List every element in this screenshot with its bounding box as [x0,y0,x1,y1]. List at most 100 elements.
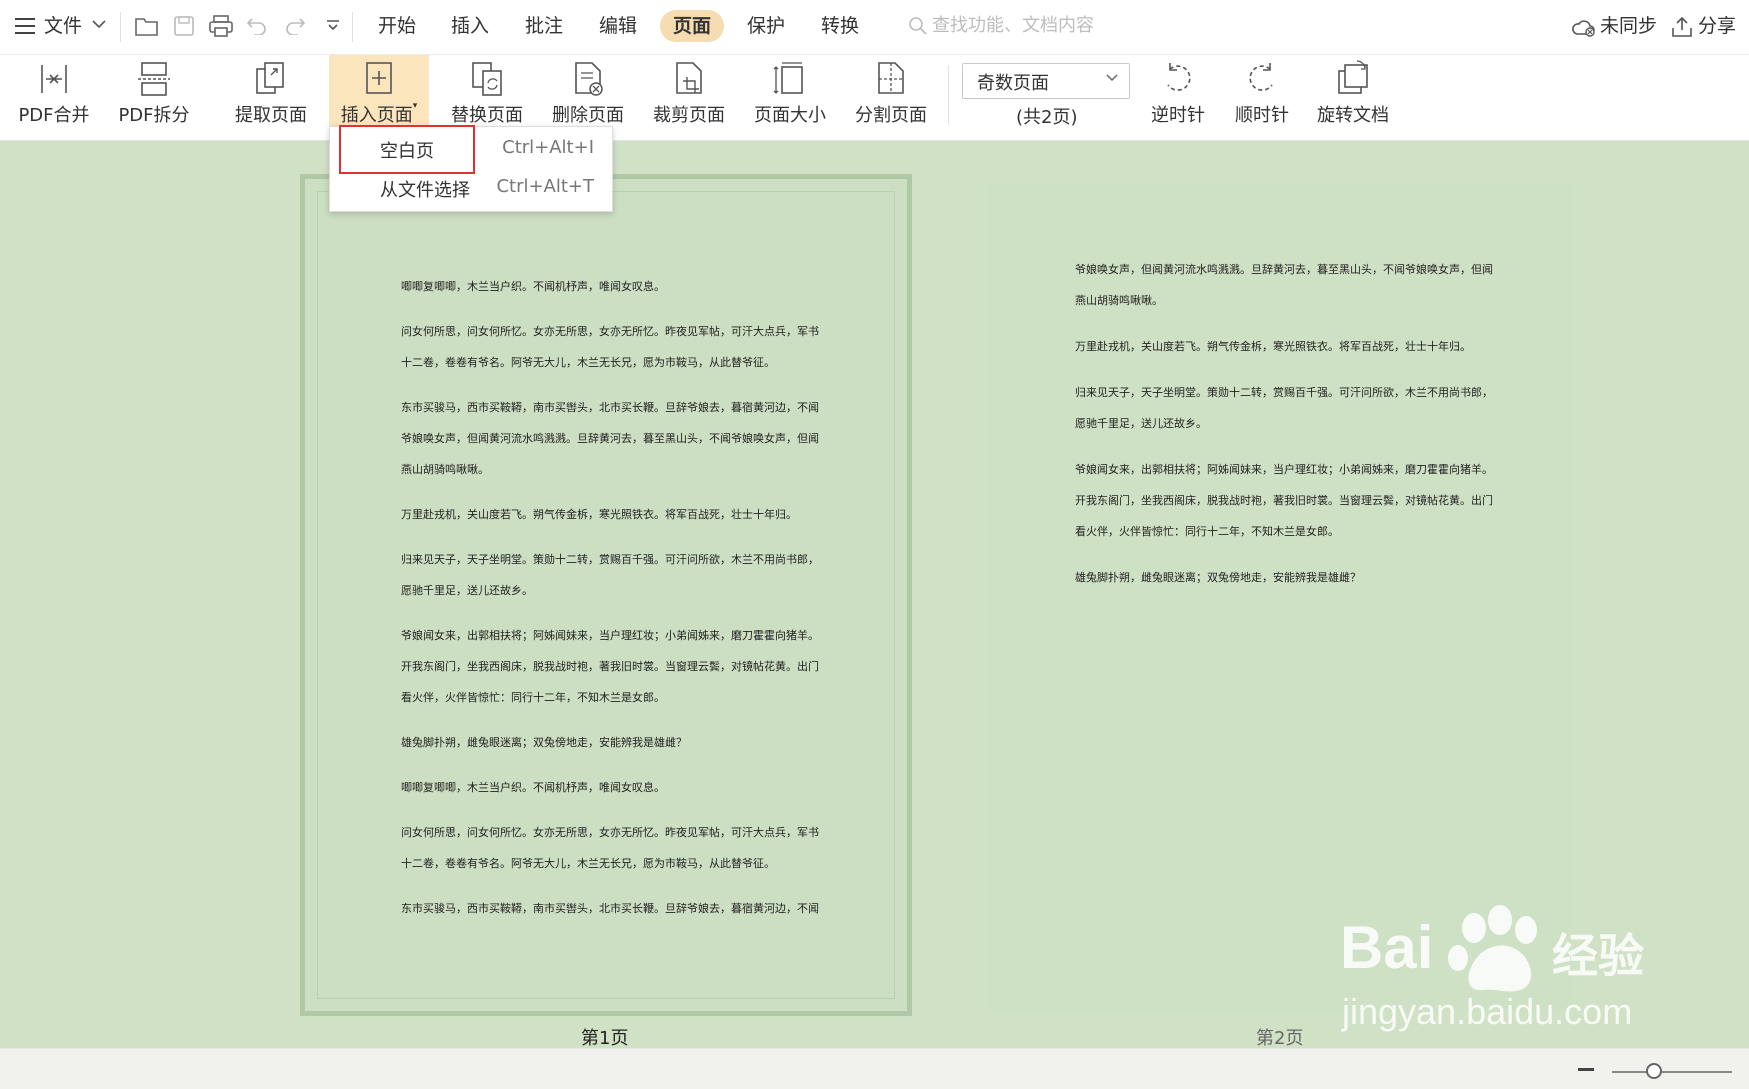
text-line: 十二卷，卷卷有爷名。阿爷无大儿，木兰无长兄，愿为市鞍马，从此替爷征。 [401,356,775,369]
split-icon [138,62,170,96]
search-input[interactable]: 查找功能、文档内容 [932,13,1094,39]
page-1[interactable] [300,174,912,1016]
menu-item-shortcut: Ctrl+Alt+T [496,176,594,197]
menu-item-from-file[interactable]: 从文件选择 Ctrl+Alt+T [330,170,612,206]
tab-insert[interactable]: 插入 [451,13,489,39]
svg-text:经验: 经验 [1552,929,1644,983]
text-line: 唧唧复唧唧，木兰当户织。不闻机杼声，唯闻女叹息。 [401,280,665,293]
menu-icon[interactable] [14,16,36,36]
svg-text:Bai: Bai [1340,914,1433,981]
page-size-label: 页面大小 [754,105,826,126]
text-line: 看火伴，火伴皆惊忙：同行十二年，不知木兰是女郎。 [1075,525,1339,538]
customize-toolbar-icon[interactable] [326,19,340,31]
text-line: 十二卷，卷卷有爷名。阿爷无大儿，木兰无长兄，愿为市鞍马，从此替爷征。 [401,857,775,870]
share-button[interactable]: 分享 [1698,13,1736,39]
sync-status[interactable]: 未同步 [1600,13,1657,39]
crop-page-label: 裁剪页面 [653,105,725,126]
top-bar: 文件 开始 插入 批注 编辑 页面 保护 转换 查找功能、文档内容 未同步 分享 [0,0,1749,55]
text-line: 看火伴，火伴皆惊忙：同行十二年，不知木兰是女郎。 [401,691,665,704]
status-bar [0,1048,1749,1089]
separator [352,12,353,42]
rotate-left-icon [1167,63,1191,91]
split-page-button[interactable]: 分割页面 [845,55,937,140]
separator [120,12,121,42]
text-line: 归来见天子，天子坐明堂。策勋十二转，赏赐百千强。可汗问所欲，木兰不用尚书郎， [401,553,819,566]
rotate-counterclockwise-label: 逆时针 [1151,105,1205,126]
share-icon[interactable] [1670,16,1694,38]
split-page-icon [878,62,904,94]
text-line: 燕山胡骑鸣啾啾。 [1075,294,1163,307]
tab-edit[interactable]: 编辑 [599,13,637,39]
tab-comment[interactable]: 批注 [525,13,563,39]
text-line: 东市买骏马，西市买鞍鞯，南市买辔头，北市买长鞭。旦辞爷娘去，暮宿黄河边，不闻 [401,401,819,414]
zoom-slider-handle[interactable] [1646,1063,1662,1079]
page-ribbon: PDF合并 PDF拆分 提取页面 插入页面▾ 替换页面 删除页面 裁剪页面 页面… [0,55,1749,141]
zoom-out-icon[interactable] [1578,1068,1594,1072]
baidu-paw-logo: Bai 经验 jingyan.baidu.com [1340,905,1644,1032]
tab-convert[interactable]: 转换 [821,13,859,39]
svg-text:jingyan.baidu.com: jingyan.baidu.com [1341,991,1632,1032]
baidu-jingyan-watermark: Bai 经验 jingyan.baidu.com [1340,896,1680,1046]
extract-page-button[interactable]: 提取页面 [225,55,317,140]
text-line: 问女何所思，问女何所忆。女亦无所思，女亦无所忆。昨夜见军帖，可汗大点兵，军书 [401,325,819,338]
chevron-down-icon [1106,74,1118,82]
search-icon[interactable] [908,16,928,36]
tab-start[interactable]: 开始 [378,13,416,39]
chevron-down-icon[interactable] [92,19,106,29]
pdf-split-label: PDF拆分 [118,105,190,126]
file-menu[interactable]: 文件 [44,13,82,39]
pdf-split-button[interactable]: PDF拆分 [108,55,200,140]
text-line: 愿驰千里足，送儿还故乡。 [401,584,533,597]
open-folder-icon[interactable] [134,14,160,38]
merge-icon [41,65,67,93]
menu-item-label: 从文件选择 [380,180,470,201]
text-line: 万里赴戎机，关山度若飞。朔气传金柝，寒光照铁衣。将军百战死，壮士十年归。 [1075,340,1471,353]
rotate-counterclockwise-button[interactable]: 逆时针 [1138,55,1218,140]
text-line: 开我东阁门，坐我西阁床，脱我战时袍，著我旧时裳。当窗理云鬓，对镜帖花黄。出门 [401,660,819,673]
text-line: 愿驰千里足，送儿还故乡。 [1075,417,1207,430]
rotate-document-button[interactable]: 旋转文档 [1306,55,1400,140]
annotation-highlight-box [339,125,475,174]
pdf-merge-button[interactable]: PDF合并 [8,55,100,140]
split-page-label: 分割页面 [855,105,927,126]
text-line: 爷娘唤女声，但闻黄河流水鸣溅溅。旦辞黄河去，暮至黑山头，不闻爷娘唤女声，但闻 [1075,263,1493,276]
separator [948,65,949,125]
rotate-document-label: 旋转文档 [1317,105,1389,126]
pdf-merge-label: PDF合并 [18,105,90,126]
text-line: 问女何所思，问女何所忆。女亦无所思，女亦无所忆。昨夜见军帖，可汗大点兵，军书 [401,826,819,839]
save-icon[interactable] [172,14,196,38]
replace-icon [472,62,502,96]
text-line: 开我东阁门，坐我西阁床，脱我战时袍，著我旧时裳。当窗理云鬓，对镜帖花黄。出门 [1075,494,1493,507]
text-line: 爷娘闻女来，出郭相扶将；阿姊闻妹来，当户理红妆；小弟闻姊来，磨刀霍霍向猪羊。 [1075,463,1493,476]
page-range-select[interactable]: 奇数页面 [962,63,1130,99]
print-icon[interactable] [208,14,234,38]
undo-icon[interactable] [246,15,268,35]
page-1-label: 第1页 [581,1028,629,1049]
extract-page-label: 提取页面 [235,105,307,126]
page-range-value: 奇数页面 [977,73,1049,94]
page-2-label: 第2页 [1256,1028,1304,1049]
redo-icon[interactable] [284,15,306,35]
replace-page-label: 替换页面 [451,105,523,126]
text-line: 燕山胡骑鸣啾啾。 [401,463,489,476]
zoom-slider-track[interactable] [1612,1071,1732,1073]
extract-icon [256,62,284,94]
text-line: 爷娘唤女声，但闻黄河流水鸣溅溅。旦辞黄河去，暮至黑山头，不闻爷娘唤女声，但闻 [401,432,819,445]
page-size-button[interactable]: 页面大小 [744,55,836,140]
rotate-clockwise-label: 顺时针 [1235,105,1289,126]
delete-page-label: 删除页面 [552,105,624,126]
text-line: 雄兔脚扑朔，雌兔眼迷离；双兔傍地走，安能辨我是雄雌？ [1075,571,1361,584]
rotate-clockwise-button[interactable]: 顺时针 [1222,55,1302,140]
text-line: 爷娘闻女来，出郭相扶将；阿姊闻妹来，当户理红妆；小弟闻姊来，磨刀霍霍向猪羊。 [401,629,819,642]
tab-protect[interactable]: 保护 [747,13,785,39]
rotate-right-icon [1249,63,1273,91]
rotate-document-icon [1338,60,1368,94]
text-line: 万里赴戎机，关山度若飞。朔气传金柝，寒光照铁衣。将军百战死，壮士十年归。 [401,508,797,521]
delete-page-icon [575,62,603,96]
text-line: 东市买骏马，西市买鞍鞯，南市买辔头，北市买长鞭。旦辞爷娘去，暮宿黄河边，不闻 [401,902,819,915]
cloud-sync-icon[interactable] [1570,16,1596,38]
crop-page-button[interactable]: 裁剪页面 [643,55,735,140]
tab-page[interactable]: 页面 [673,13,711,39]
page-size-icon [773,62,803,94]
insert-page-icon [366,62,392,94]
